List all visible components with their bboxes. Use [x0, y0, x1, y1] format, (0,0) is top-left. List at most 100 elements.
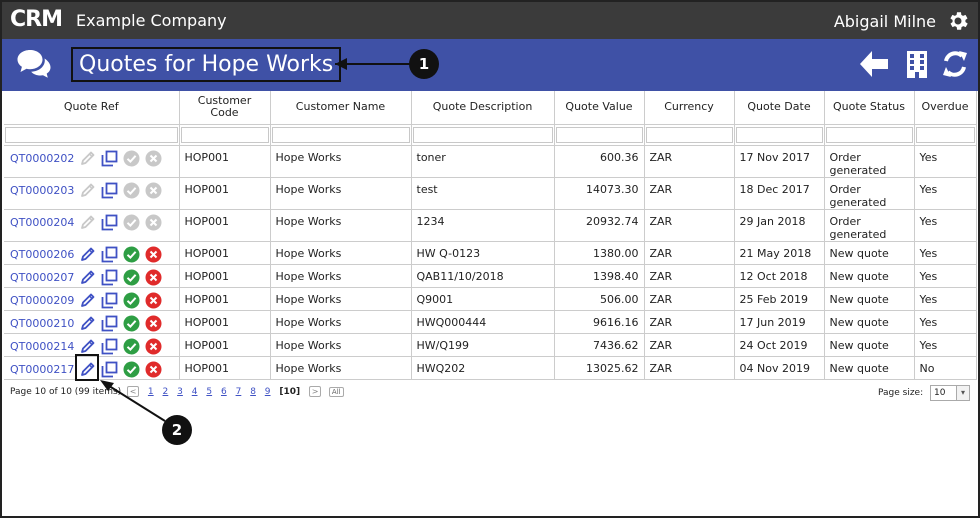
approve-check-icon[interactable] — [123, 269, 140, 286]
table-row[interactable]: QT0000202 HOP001 Hope Works toner 600.36 ZAR 1… — [4, 145, 977, 178]
edit-pencil-icon[interactable] — [79, 246, 96, 263]
filter-input-customer-code[interactable] — [180, 126, 269, 143]
quote-ref-link[interactable]: QT0000204 — [10, 216, 74, 229]
copy-icon[interactable] — [101, 338, 118, 355]
filter-input-overdue[interactable] — [915, 126, 975, 143]
table-row[interactable]: QT0000217 HOP001 Hope Works HWQ202 13025.62 Z… — [4, 356, 977, 380]
quote-ref-link[interactable]: QT0000210 — [10, 317, 74, 330]
cell-quote-status: New quote — [824, 264, 915, 288]
pager-all-button[interactable]: All — [328, 386, 344, 397]
table-row[interactable]: QT0000210 HOP001 Hope Works HWQ000444 9616.1… — [4, 310, 977, 334]
edit-pencil-icon[interactable] — [79, 338, 96, 355]
reject-cross-icon[interactable] — [145, 292, 162, 309]
approve-check-icon[interactable] — [123, 338, 140, 355]
pager-page-7[interactable]: 7 — [236, 387, 242, 397]
quote-ref-link[interactable]: QT0000206 — [10, 248, 74, 261]
approve-check-icon[interactable] — [123, 361, 140, 378]
cell-quote-ref: QT0000206 — [4, 241, 180, 265]
cell-quote-ref: QT0000202 — [4, 145, 180, 178]
col-header-quote-value[interactable]: Quote Value — [554, 91, 645, 125]
pager-next-button[interactable]: > — [309, 386, 322, 397]
copy-icon[interactable] — [101, 246, 118, 263]
col-header-customer-code[interactable]: Customer Code — [179, 91, 271, 125]
table-row[interactable]: QT0000209 HOP001 Hope Works Q9001 506.00 ZAR 2… — [4, 287, 977, 311]
chat-icon[interactable] — [16, 48, 52, 80]
pager-page-3[interactable]: 3 — [177, 387, 183, 397]
quote-ref-link[interactable]: QT0000214 — [10, 340, 74, 353]
copy-icon[interactable] — [101, 182, 118, 199]
pager-page-6[interactable]: 6 — [221, 387, 227, 397]
cell-quote-description: HW/Q199 — [411, 333, 555, 357]
col-header-quote-ref[interactable]: Quote Ref — [4, 91, 180, 125]
quote-ref-link[interactable]: QT0000202 — [10, 152, 74, 165]
edit-pencil-icon — [79, 182, 96, 199]
pager-page-8[interactable]: 8 — [250, 387, 256, 397]
pager-page-9[interactable]: 9 — [265, 387, 271, 397]
cell-quote-value: 1380.00 — [554, 241, 645, 265]
approve-check-icon[interactable] — [123, 246, 140, 263]
edit-pencil-icon[interactable] — [79, 315, 96, 332]
quote-ref-link[interactable]: QT0000207 — [10, 271, 74, 284]
cell-customer-code: HOP001 — [179, 209, 271, 242]
cell-customer-code: HOP001 — [179, 241, 271, 265]
cell-quote-status: New quote — [824, 287, 915, 311]
copy-icon[interactable] — [101, 214, 118, 231]
filter-input-quote-ref[interactable] — [5, 126, 178, 143]
pager-prev-button[interactable]: < — [127, 386, 140, 397]
crm-logo[interactable]: CRM — [10, 9, 63, 31]
approve-check-icon — [123, 182, 140, 199]
col-header-quote-description[interactable]: Quote Description — [411, 91, 555, 125]
cell-quote-ref: QT0000214 — [4, 333, 180, 357]
filter-cell — [734, 124, 825, 146]
quote-ref-link[interactable]: QT0000203 — [10, 184, 74, 197]
copy-icon[interactable] — [101, 361, 118, 378]
copy-icon[interactable] — [101, 150, 118, 167]
col-header-currency[interactable]: Currency — [644, 91, 735, 125]
cell-overdue: Yes — [914, 287, 977, 311]
pager-page-1[interactable]: 1 — [148, 387, 154, 397]
table-row[interactable]: QT0000204 HOP001 Hope Works 1234 20932.74 ZAR… — [4, 209, 977, 242]
user-name[interactable]: Abigail Milne — [834, 12, 936, 31]
col-header-overdue[interactable]: Overdue — [914, 91, 977, 125]
cell-currency: ZAR — [644, 356, 735, 380]
gear-icon[interactable] — [946, 9, 970, 33]
cell-quote-description: 1234 — [411, 209, 555, 242]
filter-input-quote-status[interactable] — [825, 126, 913, 143]
filter-input-quote-date[interactable] — [735, 126, 823, 143]
chevron-down-icon[interactable]: ▾ — [956, 386, 969, 400]
filter-input-currency[interactable] — [645, 126, 733, 143]
reject-cross-icon[interactable] — [145, 338, 162, 355]
reject-cross-icon[interactable] — [145, 315, 162, 332]
page-size-select[interactable]: 10 ▾ — [930, 385, 970, 401]
cell-quote-description: test — [411, 177, 555, 210]
pager-page-2[interactable]: 2 — [163, 387, 169, 397]
approve-check-icon[interactable] — [123, 292, 140, 309]
table-row[interactable]: QT0000207 HOP001 Hope Works QAB11/10/2018 13… — [4, 264, 977, 288]
pager-page-4[interactable]: 4 — [192, 387, 198, 397]
page-size-control: Page size: 10 ▾ — [878, 385, 970, 401]
col-header-quote-date[interactable]: Quote Date — [734, 91, 825, 125]
col-header-quote-status[interactable]: Quote Status — [824, 91, 915, 125]
quote-ref-link[interactable]: QT0000217 — [10, 363, 74, 376]
filter-input-quote-value[interactable] — [555, 126, 643, 143]
filter-input-customer-name[interactable] — [271, 126, 410, 143]
copy-icon[interactable] — [101, 315, 118, 332]
quote-ref-link[interactable]: QT0000209 — [10, 294, 74, 307]
table-row[interactable]: QT0000203 HOP001 Hope Works test 14073.30 ZAR… — [4, 177, 977, 210]
table-row[interactable]: QT0000214 HOP001 Hope Works HW/Q199 7436.62 Z… — [4, 333, 977, 357]
pager-page-5[interactable]: 5 — [206, 387, 212, 397]
refresh-icon[interactable] — [940, 49, 970, 79]
copy-icon[interactable] — [101, 292, 118, 309]
copy-icon[interactable] — [101, 269, 118, 286]
reject-cross-icon[interactable] — [145, 361, 162, 378]
reject-cross-icon[interactable] — [145, 269, 162, 286]
table-row[interactable]: QT0000206 HOP001 Hope Works HW Q-0123 1380.0… — [4, 241, 977, 265]
col-header-customer-name[interactable]: Customer Name — [270, 91, 412, 125]
reject-cross-icon[interactable] — [145, 246, 162, 263]
building-icon[interactable] — [905, 49, 929, 79]
edit-pencil-icon[interactable] — [79, 269, 96, 286]
edit-pencil-icon[interactable] — [79, 292, 96, 309]
filter-input-quote-description[interactable] — [412, 126, 553, 143]
back-arrow-icon[interactable] — [858, 49, 890, 79]
approve-check-icon[interactable] — [123, 315, 140, 332]
